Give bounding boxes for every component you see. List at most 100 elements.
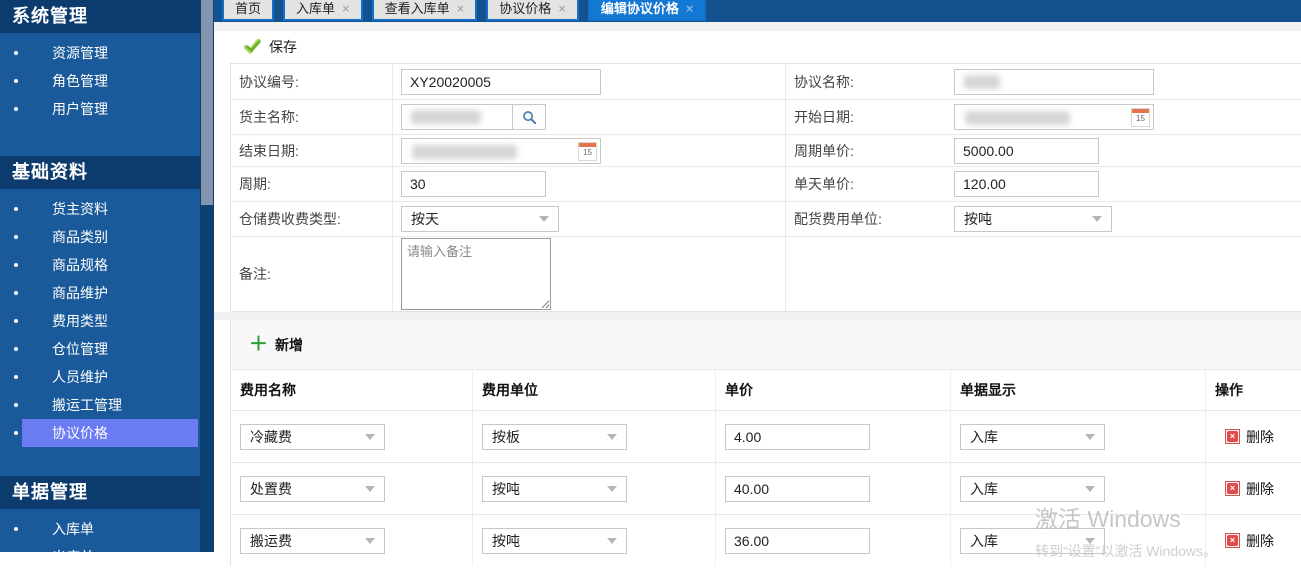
chevron-down-icon (365, 538, 375, 544)
tab-agreement-price[interactable]: 协议价格 × (486, 0, 579, 21)
sidebar-item-bin-mgmt[interactable]: 仓位管理 (0, 335, 200, 363)
chevron-down-icon (1085, 434, 1095, 440)
save-check-icon (244, 39, 262, 55)
delete-button[interactable]: × 删除 (1225, 427, 1274, 447)
agreement-no-input[interactable] (401, 69, 601, 95)
delivery-fee-unit-label: 配货费用单位: (786, 202, 946, 236)
chevron-down-icon (539, 216, 549, 222)
storage-fee-type-label: 仓储费收费类型: (231, 202, 393, 236)
search-icon (522, 110, 537, 125)
tab-view-inbound-order[interactable]: 查看入库单 × (372, 0, 478, 21)
fee-name-select[interactable]: 处置费 (240, 476, 385, 502)
delete-cross-icon: × (1225, 533, 1240, 548)
chevron-down-icon (1092, 216, 1102, 222)
calendar-icon[interactable]: 15 (1131, 108, 1150, 127)
fee-name-select[interactable]: 冷藏费 (240, 424, 385, 450)
remark-label: 备注: (231, 237, 393, 311)
start-date-input[interactable]: 15 (954, 104, 1154, 130)
day-price-input[interactable] (954, 171, 1099, 197)
sidebar-item-goods-spec[interactable]: 商品规格 (0, 251, 200, 279)
cycle-price-input[interactable] (954, 138, 1099, 164)
delete-button[interactable]: × 删除 (1225, 531, 1274, 551)
chevron-down-icon (1085, 486, 1095, 492)
day-price-label: 单天单价: (786, 167, 946, 201)
agreement-form: 协议编号: 协议名称: 货主名称: (230, 63, 1301, 312)
add-fee-label: 新增 (275, 335, 303, 355)
fee-unit-select[interactable]: 按吨 (482, 476, 627, 502)
chevron-down-icon (607, 486, 617, 492)
sidebar-item-user-mgmt[interactable]: 用户管理 (0, 95, 200, 123)
price-input[interactable] (725, 424, 870, 450)
chevron-down-icon (365, 434, 375, 440)
cycle-input[interactable] (401, 171, 546, 197)
agreement-no-label: 协议编号: (231, 64, 393, 99)
chevron-down-icon (607, 538, 617, 544)
delete-cross-icon: × (1225, 481, 1240, 496)
sidebar-item-role-mgmt[interactable]: 角色管理 (0, 67, 200, 95)
tabbar-divider (214, 22, 1301, 31)
price-input[interactable] (725, 476, 870, 502)
close-icon[interactable]: × (558, 0, 566, 21)
close-icon[interactable]: × (457, 0, 465, 21)
plus-icon: ＋ (249, 337, 268, 353)
doc-display-select[interactable]: 入库 (960, 476, 1105, 502)
fee-table-row: 搬运费 按吨 入库 × 删除 (231, 514, 1301, 566)
main-area: 首页 入库单 × 查看入库单 × 协议价格 × 编辑协议价格 × 保存 协议编号… (214, 0, 1301, 552)
fee-table-row: 冷藏费 按板 入库 × 删除 (231, 410, 1301, 462)
sidebar-section-basic-data: 基础资料 (0, 156, 200, 189)
col-doc-display: 单据显示 (951, 370, 1206, 410)
doc-display-select[interactable]: 入库 (960, 424, 1105, 450)
sidebar: 系统管理 资源管理 角色管理 用户管理 基础资料 货主资料 商品类别 商品规格 … (0, 0, 200, 552)
sidebar-item-goods-category[interactable]: 商品类别 (0, 223, 200, 251)
sidebar-item-owner-data[interactable]: 货主资料 (0, 195, 200, 223)
owner-search-button[interactable] (513, 104, 546, 130)
sidebar-item-resource-mgmt[interactable]: 资源管理 (0, 39, 200, 67)
delete-button[interactable]: × 删除 (1225, 479, 1274, 499)
start-date-label: 开始日期: (786, 100, 946, 134)
col-fee-name: 费用名称 (231, 370, 473, 410)
sidebar-item-inbound-order[interactable]: 入库单 (0, 515, 200, 543)
panel-gap (214, 312, 1301, 320)
save-button[interactable]: 保存 (214, 35, 1301, 59)
fee-name-select[interactable]: 搬运费 (240, 528, 385, 554)
redacted-value (411, 110, 481, 124)
col-fee-unit: 费用单位 (473, 370, 716, 410)
sidebar-scrollbar-thumb[interactable] (201, 0, 213, 205)
cycle-label: 周期: (231, 167, 393, 201)
sidebar-item-goods-maintain[interactable]: 商品维护 (0, 279, 200, 307)
sidebar-item-agreement-price[interactable]: 协议价格 (0, 419, 200, 447)
save-label: 保存 (269, 37, 297, 57)
sidebar-section-system: 系统管理 (0, 0, 200, 33)
sidebar-section-documents: 单据管理 (0, 476, 200, 509)
add-fee-button[interactable]: ＋ 新增 (231, 320, 1301, 369)
tab-home[interactable]: 首页 (222, 0, 274, 21)
cycle-price-label: 周期单价: (786, 135, 946, 166)
sidebar-item-porter-mgmt[interactable]: 搬运工管理 (0, 391, 200, 419)
calendar-icon[interactable]: 15 (578, 142, 597, 161)
fee-unit-select[interactable]: 按板 (482, 424, 627, 450)
redacted-value (964, 75, 1000, 89)
tab-edit-agreement-price[interactable]: 编辑协议价格 × (588, 0, 707, 21)
remark-textarea[interactable] (401, 238, 551, 310)
close-icon[interactable]: × (342, 0, 350, 21)
col-price: 单价 (716, 370, 951, 410)
redacted-value (412, 145, 517, 159)
close-icon[interactable]: × (686, 0, 694, 21)
fee-table-header: 费用名称 费用单位 单价 单据显示 操作 (231, 369, 1301, 410)
storage-fee-type-select[interactable]: 按天 (401, 206, 559, 232)
chevron-down-icon (365, 486, 375, 492)
col-actions: 操作 (1206, 370, 1301, 410)
fee-unit-select[interactable]: 按吨 (482, 528, 627, 554)
fee-table-row: 处置费 按吨 入库 × 删除 (231, 462, 1301, 514)
price-input[interactable] (725, 528, 870, 554)
chevron-down-icon (1085, 538, 1095, 544)
tab-inbound-order[interactable]: 入库单 × (283, 0, 363, 21)
sidebar-item-outbound-order[interactable]: 出库单 (0, 543, 200, 571)
doc-display-select[interactable]: 入库 (960, 528, 1105, 554)
sidebar-item-fee-type[interactable]: 费用类型 (0, 307, 200, 335)
sidebar-item-staff-maintain[interactable]: 人员维护 (0, 363, 200, 391)
delivery-fee-unit-select[interactable]: 按吨 (954, 206, 1112, 232)
fee-table-panel: ＋ 新增 费用名称 费用单位 单价 单据显示 操作 冷藏费 按板 入库 × 删除… (230, 320, 1301, 566)
end-date-input[interactable]: 15 (401, 138, 601, 164)
sidebar-scrollbar[interactable] (200, 0, 214, 552)
